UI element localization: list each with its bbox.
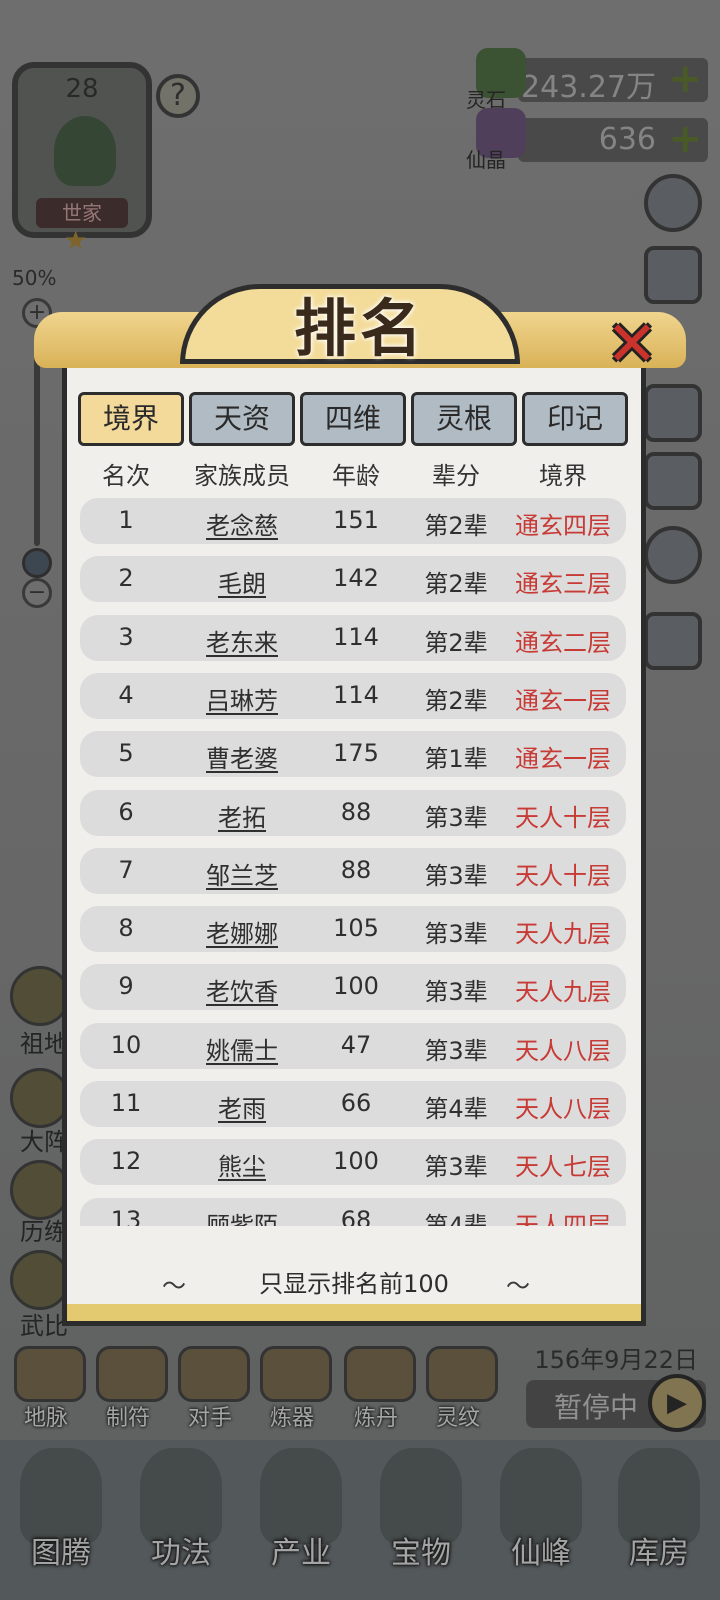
member-name-link[interactable]: 顾紫陌 xyxy=(182,1206,302,1226)
ranking-list[interactable]: 1 老念慈 151 第2辈 通玄四层 2 毛朗 142 第2辈 通玄三层 3 老东来 114 第2辈 通玄二… xyxy=(78,494,634,1226)
age-cell: 151 xyxy=(333,506,379,534)
age-cell: 114 xyxy=(333,680,379,709)
age-cell: 100 xyxy=(333,972,379,1001)
table-row[interactable]: 4 吕琳芳 114 第2辈 通玄一层 xyxy=(80,672,626,719)
table-row[interactable]: 1 老念慈 151 第2辈 通玄四层 xyxy=(80,498,626,544)
rank-cell: 7 xyxy=(118,855,134,884)
member-name-link[interactable]: 邹兰芝 xyxy=(182,856,302,891)
realm-cell: 天人四层 xyxy=(515,1211,611,1226)
rank-cell: 8 xyxy=(118,914,134,943)
rank-cell: 11 xyxy=(110,1089,142,1117)
realm-cell: 天人八层 xyxy=(515,1036,611,1065)
generation-cell: 第3辈 xyxy=(424,1153,488,1182)
realm-cell: 天人九层 xyxy=(515,978,611,1007)
generation-cell: 第4辈 xyxy=(424,1095,488,1123)
rank-cell: 3 xyxy=(118,622,134,651)
tab-spirit-root[interactable]: 灵根 xyxy=(411,392,517,446)
table-row[interactable]: 8 老娜娜 105 第3辈 天人九层 xyxy=(80,906,626,953)
age-cell: 66 xyxy=(340,1089,372,1117)
table-row[interactable]: 6 老拓 88 第3辈 天人十层 xyxy=(80,789,626,836)
member-name-link[interactable]: 老雨 xyxy=(182,1089,302,1124)
ranking-tabs: 境界 天资 四维 灵根 印记 xyxy=(78,392,630,446)
generation-cell: 第3辈 xyxy=(424,920,488,949)
col-age: 年龄 xyxy=(332,462,380,490)
generation-cell: 第3辈 xyxy=(424,861,488,890)
member-name-link[interactable]: 老饮香 xyxy=(182,972,302,1007)
member-name-link[interactable]: 熊尘 xyxy=(182,1147,302,1182)
member-name-link[interactable]: 毛朗 xyxy=(182,564,302,599)
rank-cell: 1 xyxy=(118,506,134,534)
realm-cell: 通玄四层 xyxy=(515,512,611,540)
table-row[interactable]: 2 毛朗 142 第2辈 通玄三层 xyxy=(80,556,626,603)
realm-cell: 天人八层 xyxy=(515,1095,611,1123)
table-row[interactable]: 12 熊尘 100 第3辈 天人七层 xyxy=(80,1139,626,1186)
age-cell: 100 xyxy=(333,1147,379,1176)
age-cell: 175 xyxy=(333,739,379,768)
ranking-table-header: 名次 家族成员 年龄 辈分 境界 xyxy=(80,456,630,494)
table-row[interactable]: 10 姚儒士 47 第3辈 天人八层 xyxy=(80,1022,626,1069)
rank-cell: 10 xyxy=(110,1030,142,1059)
generation-cell: 第4辈 xyxy=(424,1211,488,1226)
member-name-link[interactable]: 老拓 xyxy=(182,798,302,833)
realm-cell: 天人十层 xyxy=(515,861,611,890)
generation-cell: 第3辈 xyxy=(424,803,488,832)
tab-realm[interactable]: 境界 xyxy=(78,392,184,446)
realm-cell: 通玄三层 xyxy=(515,570,611,599)
member-name-link[interactable]: 老东来 xyxy=(182,623,302,658)
cloud-ornament-right: 〜 xyxy=(506,1272,530,1300)
table-row[interactable]: 9 老饮香 100 第3辈 天人九层 xyxy=(80,964,626,1011)
tab-talent[interactable]: 天资 xyxy=(189,392,295,446)
generation-cell: 第2辈 xyxy=(424,570,488,599)
rank-cell: 9 xyxy=(118,972,134,1001)
member-name-link[interactable]: 吕琳芳 xyxy=(182,681,302,716)
realm-cell: 天人九层 xyxy=(515,920,611,949)
table-row[interactable]: 13 顾紫陌 68 第4辈 天人四层 xyxy=(80,1197,626,1226)
table-row[interactable]: 11 老雨 66 第4辈 天人八层 xyxy=(80,1081,626,1127)
age-cell: 114 xyxy=(333,622,379,651)
col-member: 家族成员 xyxy=(194,462,290,490)
rank-cell: 5 xyxy=(118,739,134,768)
realm-cell: 通玄一层 xyxy=(515,745,611,774)
top100-note: 只显示排名前100 xyxy=(259,1270,449,1298)
member-name-link[interactable]: 老娜娜 xyxy=(182,914,302,949)
realm-cell: 天人十层 xyxy=(515,803,611,832)
generation-cell: 第2辈 xyxy=(424,512,488,540)
rank-cell: 2 xyxy=(118,564,134,593)
col-rank: 名次 xyxy=(102,462,150,490)
generation-cell: 第2辈 xyxy=(424,686,488,715)
tab-mark[interactable]: 印记 xyxy=(522,392,628,446)
realm-cell: 通玄二层 xyxy=(515,628,611,657)
member-name-link[interactable]: 老念慈 xyxy=(182,506,302,541)
table-row[interactable]: 7 邹兰芝 88 第3辈 天人十层 xyxy=(80,847,626,894)
age-cell: 68 xyxy=(340,1205,372,1226)
tab-four-stats[interactable]: 四维 xyxy=(300,392,406,446)
realm-cell: 通玄一层 xyxy=(515,686,611,715)
generation-cell: 第2辈 xyxy=(424,628,488,657)
close-button[interactable]: ✕ xyxy=(600,313,664,375)
table-row[interactable]: 5 曹老婆 175 第1辈 通玄一层 xyxy=(80,731,626,778)
age-cell: 88 xyxy=(340,855,372,884)
age-cell: 47 xyxy=(340,1030,372,1059)
generation-cell: 第3辈 xyxy=(424,1036,488,1065)
rank-cell: 12 xyxy=(110,1147,142,1176)
modal-bottom-trim xyxy=(62,1304,646,1326)
rank-cell: 6 xyxy=(118,797,134,826)
age-cell: 88 xyxy=(340,797,372,826)
table-row[interactable]: 3 老东来 114 第2辈 通玄二层 xyxy=(80,614,626,661)
col-realm: 境界 xyxy=(539,462,587,490)
rank-cell: 4 xyxy=(118,680,134,709)
age-cell: 142 xyxy=(333,564,379,593)
member-name-link[interactable]: 曹老婆 xyxy=(182,739,302,774)
age-cell: 105 xyxy=(333,914,379,943)
col-generation: 辈分 xyxy=(432,462,480,490)
rank-cell: 13 xyxy=(110,1205,142,1226)
realm-cell: 天人七层 xyxy=(515,1153,611,1182)
member-name-link[interactable]: 姚儒士 xyxy=(182,1031,302,1066)
generation-cell: 第3辈 xyxy=(424,978,488,1007)
generation-cell: 第1辈 xyxy=(424,745,488,774)
